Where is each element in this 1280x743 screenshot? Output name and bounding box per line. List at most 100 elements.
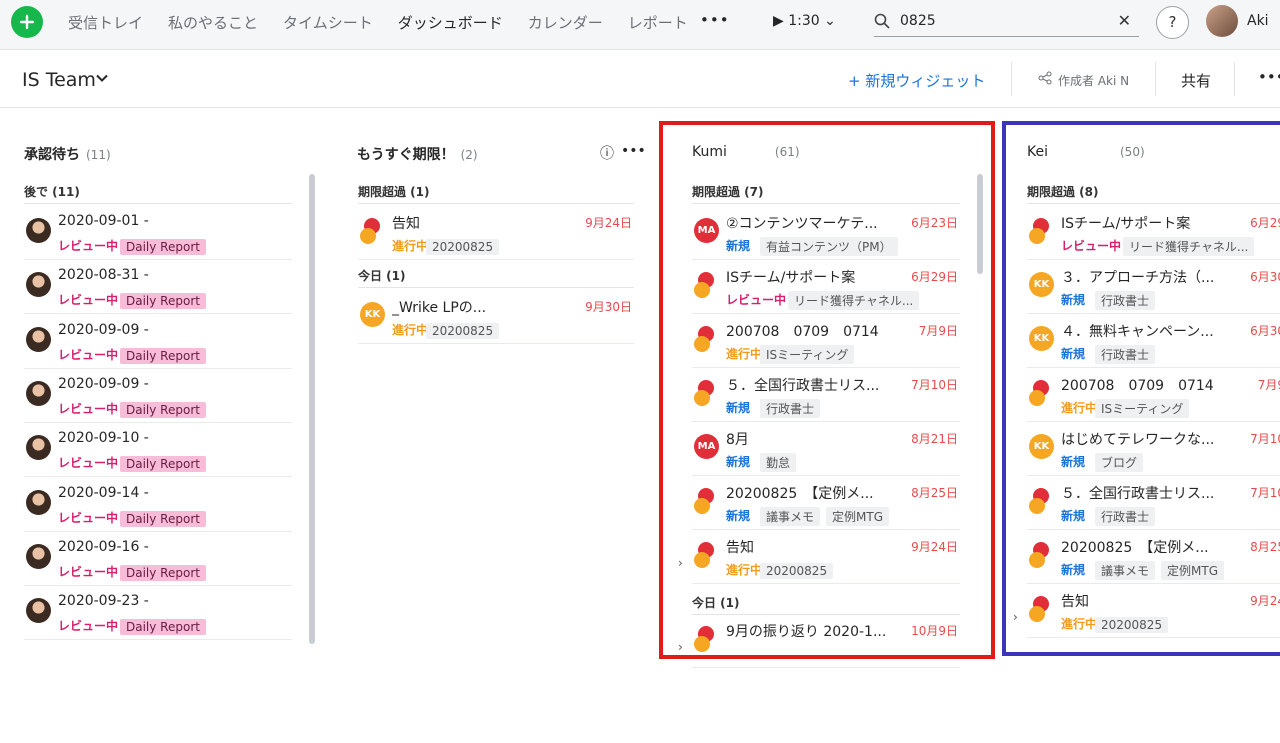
folder-tag[interactable]: Daily Report (120, 347, 206, 364)
assignee-avatar (26, 435, 51, 461)
share-nodes-icon (1038, 71, 1052, 85)
tag-list: Daily Report (114, 453, 206, 473)
plus-icon (19, 14, 35, 30)
status-label: レビュー中 (58, 347, 119, 362)
task-row[interactable]: 告知 9月24日 進行中 20200825 (358, 206, 634, 260)
task-row[interactable]: 2020-09-23 - レビュー中 Daily Report (24, 586, 292, 641)
due-date: 9月24日 (585, 216, 632, 230)
task-row[interactable]: 2020-09-09 - レビュー中 Daily Report (24, 369, 292, 423)
status-label: レビュー中 (58, 564, 119, 579)
assignee-avatar (26, 598, 51, 624)
tag-list: Daily Report (114, 562, 206, 581)
assignee-avatar (26, 543, 51, 569)
scrollbar[interactable] (309, 174, 315, 644)
tag-list: Daily Report (114, 345, 206, 364)
tag-list: Daily Report (114, 508, 206, 527)
search-input[interactable]: 0825 (900, 13, 936, 29)
user-avatar[interactable] (1206, 5, 1238, 37)
task-title[interactable]: 2020-09-16 - (58, 539, 149, 555)
status-label: レビュー中 (58, 239, 119, 253)
multiple-assignees-avatar (360, 218, 382, 246)
main-nav: 受信トレイ 私のやること タイムシート ダッシュボード カレンダー レポート (68, 12, 713, 33)
task-title[interactable]: 2020-08-31 - (58, 267, 149, 283)
header-more-button[interactable]: ••• (1258, 68, 1280, 86)
task-title[interactable]: 2020-09-01 - (58, 213, 149, 229)
assignee-initials-avatar: KK (360, 302, 385, 327)
task-row[interactable]: 2020-09-16 - レビュー中 Daily Report (24, 532, 292, 586)
widget-due-soon: もうすぐ期限！ (2) ⓘ ••• 期限超過 (1) 今日 (1) (333, 124, 651, 644)
section-label: 期限超過 (1) (358, 185, 430, 199)
nav-inbox[interactable]: 受信トレイ (68, 12, 143, 33)
assignee-avatar (26, 326, 51, 352)
status-label: レビュー中 (58, 510, 119, 525)
divider (24, 203, 292, 204)
search-icon (874, 13, 890, 29)
task-title[interactable]: 2020-09-14 - (58, 485, 149, 501)
user-name[interactable]: Aki (1247, 13, 1269, 29)
task-row[interactable]: 2020-09-14 - レビュー中 Daily Report (24, 478, 292, 532)
timer-button[interactable]: ▶ 1:30 ⌄ (773, 13, 836, 29)
tag-list: Daily Report (114, 399, 206, 418)
top-navigation-bar: 受信トレイ 私のやること タイムシート ダッシュボード カレンダー レポート •… (0, 0, 1280, 50)
folder-tag[interactable]: Daily Report (120, 619, 206, 636)
widget-more-button[interactable]: ••• (621, 143, 646, 159)
assignee-avatar (26, 380, 51, 406)
folder-tag[interactable]: Daily Report (120, 456, 206, 473)
tag-list: Daily Report (114, 290, 206, 310)
info-icon[interactable]: ⓘ (600, 143, 614, 163)
folder-tag[interactable]: Daily Report (120, 510, 206, 527)
assignee-avatar (26, 272, 51, 298)
section-label: 今日 (1) (358, 269, 406, 283)
team-selector[interactable]: IS Team (22, 69, 96, 91)
status-label: レビュー中 (58, 619, 119, 634)
divider (1155, 62, 1156, 96)
new-widget-button[interactable]: + 新規ウィジェット (848, 70, 985, 91)
task-title[interactable]: 2020-09-23 - (58, 593, 149, 609)
task-row[interactable]: 2020-08-31 - レビュー中 Daily Report (24, 260, 292, 315)
task-title[interactable]: 2020-09-10 - (58, 430, 149, 446)
task-title[interactable]: 告知 (392, 213, 420, 233)
clear-search-icon[interactable]: ✕ (1118, 11, 1131, 30)
nav-reports[interactable]: レポート (628, 12, 688, 33)
task-row[interactable]: KK _Wrike LPの... 9月30日 進行中 20200825 (358, 290, 634, 344)
folder-tag[interactable]: 20200825 (426, 323, 500, 339)
divider (1234, 62, 1235, 96)
dashboard-header: IS Team + 新規ウィジェット 作成者 Aki N 共有 ••• (0, 50, 1280, 108)
folder-tag[interactable]: Daily Report (120, 293, 206, 310)
help-button[interactable]: ? (1156, 6, 1189, 39)
tag-list: 20200825 (420, 236, 500, 255)
tag-list: Daily Report (114, 236, 206, 255)
divider (358, 203, 634, 204)
nav-more-button[interactable]: ••• (700, 11, 730, 29)
status-label: レビュー中 (58, 456, 119, 471)
section-label: 後で (11) (24, 185, 80, 199)
folder-tag[interactable]: 20200825 (426, 239, 500, 255)
nav-timesheet[interactable]: タイムシート (283, 12, 373, 33)
task-title[interactable]: _Wrike LPの... (392, 297, 486, 317)
task-row[interactable]: 2020-09-10 - レビュー中 Daily Report (24, 423, 292, 478)
highlight-box-red (659, 121, 995, 659)
nav-dashboard[interactable]: ダッシュボード (398, 12, 503, 33)
create-new-button[interactable] (11, 6, 43, 38)
tag-list: 20200825 (420, 320, 500, 339)
task-title[interactable]: 2020-09-09 - (58, 322, 149, 338)
highlight-box-blue (1002, 121, 1280, 656)
nav-my-work[interactable]: 私のやること (168, 12, 258, 33)
assignee-avatar (26, 489, 51, 515)
task-title[interactable]: 2020-09-09 - (58, 376, 149, 392)
chevron-down-icon[interactable] (95, 71, 109, 85)
search-box[interactable]: 0825 ✕ (874, 7, 1139, 37)
widget-title: もうすぐ期限！ (2) (357, 147, 478, 163)
status-label: レビュー中 (58, 293, 119, 308)
task-row[interactable]: 2020-09-09 - レビュー中 Daily Report (24, 315, 292, 369)
creator-label: 作成者 Aki N (1058, 74, 1130, 88)
task-row[interactable]: 2020-09-01 - レビュー中 Daily Report (24, 206, 292, 260)
folder-tag[interactable]: Daily Report (120, 239, 206, 255)
nav-calendar[interactable]: カレンダー (528, 12, 603, 33)
assignee-avatar (26, 218, 51, 243)
divider (358, 287, 634, 288)
share-button[interactable]: 共有 (1181, 70, 1211, 91)
folder-tag[interactable]: Daily Report (120, 401, 206, 418)
folder-tag[interactable]: Daily Report (120, 564, 206, 581)
widget-title: 承認待ち (11) (24, 147, 111, 163)
